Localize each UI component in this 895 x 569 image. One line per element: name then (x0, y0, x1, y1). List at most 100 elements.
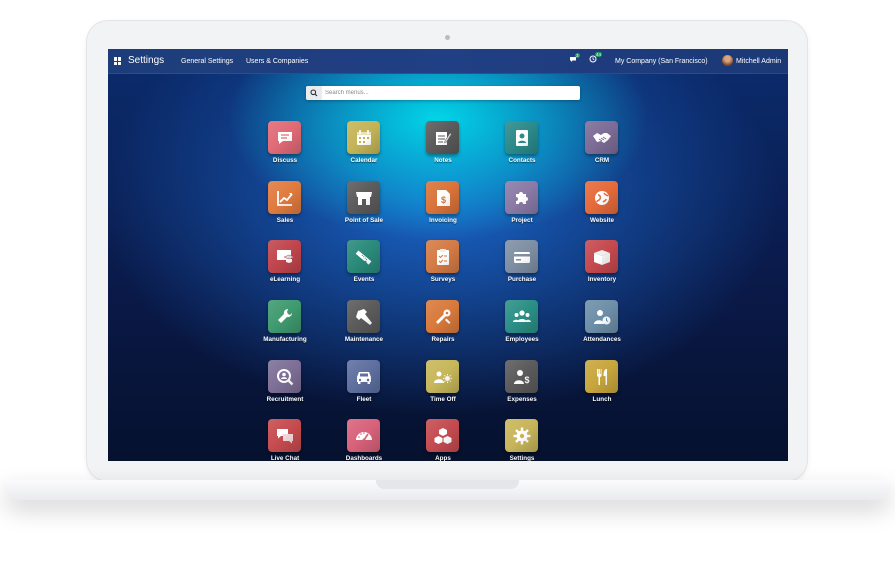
puzzle-icon (505, 181, 538, 214)
app-label: Calendar (350, 157, 378, 164)
people-sun-icon (426, 360, 459, 393)
credit-card-icon (505, 240, 538, 273)
app-label: Discuss (272, 157, 298, 164)
note-pencil-icon (426, 121, 459, 154)
speech-bubbles-icon (268, 419, 301, 452)
chat-bubble-icon (268, 121, 301, 154)
app-employees[interactable]: Employees (486, 300, 558, 356)
app-label: Sales (276, 217, 294, 224)
app-website[interactable]: Website (566, 181, 638, 237)
svg-text:$: $ (524, 375, 529, 385)
app-label: Lunch (592, 396, 612, 403)
app-label: Recruitment (266, 396, 304, 403)
wrench-icon (268, 300, 301, 333)
app-manufacturing[interactable]: Manufacturing (249, 300, 321, 356)
company-switcher[interactable]: My Company (San Francisco) (615, 58, 708, 65)
app-label: Repairs (431, 336, 455, 343)
hammer-icon (347, 300, 380, 333)
app-label: Expenses (507, 396, 537, 403)
app-dashboards[interactable]: Dashboards (328, 419, 400, 461)
app-sales[interactable]: Sales (249, 181, 321, 237)
app-point-of-sale[interactable]: Point of Sale (328, 181, 400, 237)
activity-icon[interactable]: 44 (589, 52, 603, 65)
laptop-notch (376, 480, 519, 489)
app-lunch[interactable]: Lunch (566, 360, 638, 416)
calendar-icon (347, 121, 380, 154)
user-clock-icon (585, 300, 618, 333)
app-expenses[interactable]: $ Expenses (486, 360, 558, 416)
avatar[interactable] (722, 55, 733, 66)
apps-grid-icon[interactable] (114, 57, 122, 65)
app-notes[interactable]: Notes (407, 121, 479, 177)
app-apps[interactable]: Apps (407, 419, 479, 461)
speedometer-icon (347, 419, 380, 452)
app-recruitment[interactable]: Recruitment (249, 360, 321, 416)
user-dollar-icon: $ (505, 360, 538, 393)
user-menu[interactable]: Mitchell Admin (736, 58, 781, 65)
fork-knife-icon (585, 360, 618, 393)
app-label: Purchase (507, 276, 537, 283)
activity-count-badge: 44 (595, 52, 603, 57)
app-settings[interactable]: Settings (486, 419, 558, 461)
app-label: Fleet (356, 396, 372, 403)
app-label: Time Off (430, 396, 456, 403)
gear-icon (505, 419, 538, 452)
app-surveys[interactable]: Surveys (407, 240, 479, 296)
webcam (445, 35, 450, 40)
search-bar (306, 86, 580, 100)
app-fleet[interactable]: Fleet (328, 360, 400, 416)
app-label: Apps (435, 455, 451, 461)
trend-chart-icon (268, 181, 301, 214)
search-icon (306, 86, 322, 100)
app-calendar[interactable]: Calendar (328, 121, 400, 177)
screen: Settings General Settings Users & Compan… (108, 49, 788, 461)
app-label: Notes (434, 157, 452, 164)
app-project[interactable]: Project (486, 181, 558, 237)
app-label: Dashboards (345, 455, 383, 461)
app-label: Attendances (583, 336, 621, 343)
clipboard-check-icon (426, 240, 459, 273)
app-label: Settings (509, 455, 535, 461)
app-label: CRM (594, 157, 610, 164)
app-attendances[interactable]: Attendances (566, 300, 638, 356)
app-time-off[interactable]: Time Off (407, 360, 479, 416)
svg-text:$: $ (440, 195, 445, 205)
search-input[interactable] (323, 86, 575, 100)
app-label: Manufacturing (263, 336, 307, 343)
app-label: Events (353, 276, 375, 283)
app-label: Project (511, 217, 533, 224)
app-label: Employees (505, 336, 539, 343)
address-book-icon (505, 121, 538, 154)
app-inventory[interactable]: Inventory (566, 240, 638, 296)
menu-general-settings[interactable]: General Settings (181, 58, 233, 65)
app-live-chat[interactable]: Live Chat (249, 419, 321, 461)
people-icon (505, 300, 538, 333)
app-elearning[interactable]: eLearning (249, 240, 321, 296)
app-label: Website (589, 217, 615, 224)
messaging-icon[interactable]: 3 (569, 53, 580, 65)
handshake-icon (585, 121, 618, 154)
app-label: Maintenance (344, 336, 384, 343)
menu-users-companies[interactable]: Users & Companies (246, 58, 308, 65)
app-label: Inventory (587, 276, 617, 283)
globe-icon (585, 181, 618, 214)
invoice-dollar-icon: $ (426, 181, 459, 214)
graduation-screen-icon (268, 240, 301, 273)
app-label: Contacts (508, 157, 536, 164)
chat-count-badge: 3 (575, 53, 580, 58)
app-purchase[interactable]: Purchase (486, 240, 558, 296)
app-maintenance[interactable]: Maintenance (328, 300, 400, 356)
top-navbar: Settings General Settings Users & Compan… (108, 49, 788, 74)
tools-icon (426, 300, 459, 333)
app-invoicing[interactable]: $ Invoicing (407, 181, 479, 237)
ticket-icon (347, 240, 380, 273)
app-crm[interactable]: CRM (566, 121, 638, 177)
app-discuss[interactable]: Discuss (249, 121, 321, 177)
app-repairs[interactable]: Repairs (407, 300, 479, 356)
app-events[interactable]: Events (328, 240, 400, 296)
app-label: Live Chat (270, 455, 300, 461)
app-title: Settings (128, 55, 165, 66)
app-label: eLearning (269, 276, 301, 283)
app-contacts[interactable]: Contacts (486, 121, 558, 177)
box-icon (585, 240, 618, 273)
